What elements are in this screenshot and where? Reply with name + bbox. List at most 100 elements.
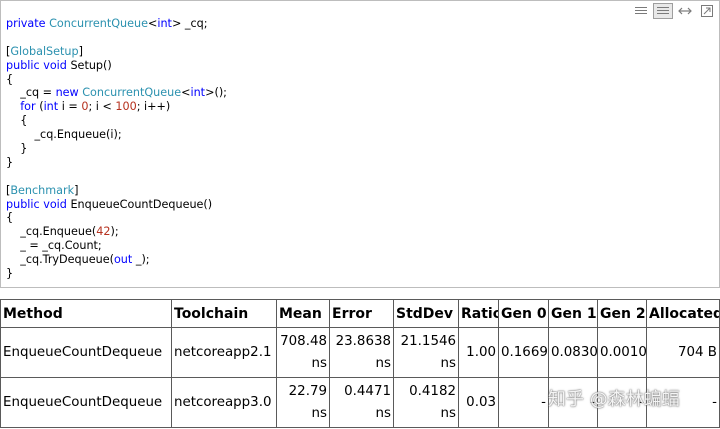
code-token: Setup() [70, 58, 112, 72]
header-gen1: Gen 1 [548, 299, 598, 328]
copy-icon[interactable] [653, 2, 673, 19]
cell-method: EnqueueCountDequeue [0, 327, 172, 378]
header-gen0: Gen 0 [498, 299, 549, 328]
code-line: _cq = new ConcurrentQueue<int>(); [6, 86, 227, 100]
code-line: _cq.TryDequeue(out _); [6, 253, 227, 267]
cell-error: 0.4471 ns [329, 377, 394, 428]
code-line: [GlobalSetup] [6, 45, 227, 59]
header-toolchain: Toolchain [171, 299, 277, 328]
header-method: Method [0, 299, 172, 328]
header-ratio: Ratio [458, 299, 499, 328]
expand-icon[interactable] [675, 3, 695, 19]
code-block: private ConcurrentQueue<int> _cq; [Globa… [6, 17, 227, 281]
code-token: GlobalSetup [10, 44, 79, 58]
code-token: private [6, 17, 50, 30]
cell-toolchain: netcoreapp3.0 [171, 377, 277, 428]
code-line: } [6, 267, 227, 281]
code-token: } [6, 142, 28, 156]
code-token: > _cq; [171, 17, 208, 30]
cell-stddev-unit: ns [440, 355, 456, 371]
view-source-icon[interactable] [631, 3, 651, 19]
code-token: i = [61, 100, 82, 114]
cell-stddev: 21.1546 ns [393, 327, 459, 378]
benchmark-results-table: Method Toolchain Mean Error StdDev Ratio… [0, 299, 720, 428]
code-line: { [6, 73, 227, 87]
cell-gen0: 0.1669 [498, 327, 549, 378]
header-stddev: StdDev [393, 299, 459, 328]
code-token: ; i++) [136, 100, 171, 114]
code-token: int [157, 17, 172, 30]
cell-gen2: - [597, 377, 647, 428]
header-error: Error [329, 299, 394, 328]
code-token: } [6, 267, 14, 281]
cell-mean: 708.48 ns [276, 327, 330, 378]
cell-stddev: 0.4182 ns [393, 377, 459, 428]
code-line: _cq.Enqueue(42); [6, 225, 227, 239]
code-line: _ = _cq.Count; [6, 239, 227, 253]
code-line: } [6, 156, 227, 170]
code-token: out [113, 253, 136, 267]
code-token: EnqueueCountDequeue() [70, 197, 213, 211]
code-line: public void EnqueueCountDequeue() [6, 198, 227, 212]
code-token: < [147, 17, 158, 30]
code-token: ); [110, 225, 119, 239]
code-token: public void [6, 197, 71, 211]
code-viewer: private ConcurrentQueue<int> _cq; [Globa… [0, 0, 720, 288]
code-token: int [190, 86, 206, 100]
code-token: _cq = [6, 86, 56, 100]
code-toolbar [631, 2, 717, 19]
code-token: _cq.TryDequeue( [6, 253, 114, 267]
code-line: { [6, 211, 227, 225]
cell-allocated: 704 B [646, 327, 720, 378]
code-line: private ConcurrentQueue<int> _cq; [6, 17, 227, 31]
cell-mean-value: 708.48 [280, 333, 327, 349]
code-token: 42 [96, 225, 111, 239]
code-token: _); [135, 253, 150, 267]
cell-method: EnqueueCountDequeue [0, 377, 172, 428]
code-token: Benchmark [10, 183, 75, 197]
header-gen2: Gen 2 [597, 299, 647, 328]
cell-ratio: 1.00 [458, 327, 499, 378]
cell-error-value: 23.8638 [335, 333, 391, 349]
code-line: [Benchmark] [6, 184, 227, 198]
popout-icon[interactable] [697, 3, 717, 19]
code-line: { [6, 114, 227, 128]
cell-mean-unit: ns [311, 405, 327, 421]
code-token: ] [78, 44, 84, 58]
code-token: >(); [205, 86, 227, 100]
cell-gen1: - [548, 377, 598, 428]
cell-allocated: - [646, 377, 720, 428]
code-line: } [6, 142, 227, 156]
cell-gen2: 0.0010 [597, 327, 647, 378]
cell-error-unit: ns [375, 405, 391, 421]
code-token: for [20, 100, 40, 114]
code-line: public void Setup() [6, 59, 227, 73]
code-token: new [55, 86, 83, 100]
cell-error-value: 0.4471 [344, 383, 391, 399]
code-line: for (int i = 0; i < 100; i++) [6, 100, 227, 114]
code-token: { [6, 211, 14, 225]
table-row: EnqueueCountDequeue netcoreapp3.0 22.79 n… [0, 377, 720, 428]
code-token: ; i < [88, 100, 116, 114]
cell-stddev-value: 0.4182 [409, 383, 456, 399]
cell-mean: 22.79 ns [276, 377, 330, 428]
cell-ratio: 0.03 [458, 377, 499, 428]
code-token: _ = _cq.Count; [6, 239, 102, 253]
code-token: { [6, 72, 14, 86]
table-row: EnqueueCountDequeue netcoreapp2.1 708.48… [0, 327, 720, 378]
code-token: ] [74, 183, 79, 197]
cell-error-unit: ns [375, 355, 391, 371]
code-token: _cq.Enqueue(i); [6, 128, 122, 142]
header-mean: Mean [276, 299, 330, 328]
cell-toolchain: netcoreapp2.1 [171, 327, 277, 378]
code-token: int [43, 100, 62, 114]
cell-error: 23.8638 ns [329, 327, 394, 378]
code-token: ConcurrentQueue [49, 17, 148, 30]
cell-stddev-unit: ns [440, 405, 456, 421]
code-token: ConcurrentQueue [82, 86, 182, 100]
cell-mean-value: 22.79 [288, 383, 327, 399]
cell-gen1: 0.0830 [548, 327, 598, 378]
